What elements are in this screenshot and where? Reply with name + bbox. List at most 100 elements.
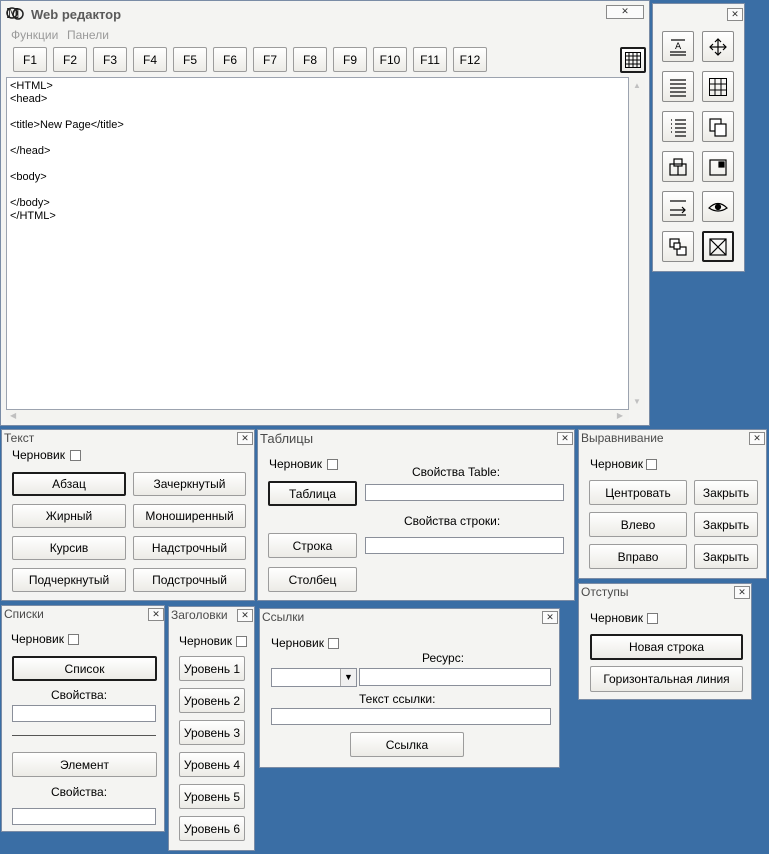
link-text-input[interactable] bbox=[271, 708, 551, 725]
text-format-tool-button[interactable]: A bbox=[662, 31, 694, 62]
main-window: 𝕄 Web редактор ✕ Функции Панели F1 F2 F3 F4… bbox=[0, 0, 650, 426]
row-properties-input[interactable] bbox=[365, 537, 564, 554]
superscript-button[interactable]: Надстрочный bbox=[133, 536, 246, 560]
table-button[interactable]: Таблица bbox=[268, 481, 357, 506]
svg-text:A: A bbox=[675, 42, 682, 52]
draft-checkbox[interactable] bbox=[236, 636, 247, 647]
heading-level-1-button[interactable]: Уровень 1 bbox=[179, 656, 245, 681]
draft-checkbox[interactable] bbox=[327, 459, 338, 470]
draft-label: Черновик bbox=[590, 611, 643, 625]
function-key-f4-button[interactable]: F4 bbox=[133, 47, 167, 72]
heading-level-4-button[interactable]: Уровень 4 bbox=[179, 752, 245, 777]
function-key-f8-button[interactable]: F8 bbox=[293, 47, 327, 72]
horizontal-scrollbar[interactable]: ◀ ▶ bbox=[6, 410, 629, 423]
link-button[interactable]: Ссылка bbox=[350, 732, 464, 757]
close-icon[interactable]: ✕ bbox=[237, 432, 253, 445]
close-icon[interactable]: ✕ bbox=[542, 611, 558, 624]
function-key-f2-button[interactable]: F2 bbox=[53, 47, 87, 72]
copy-tool-button[interactable] bbox=[702, 111, 734, 142]
function-key-f10-button[interactable]: F10 bbox=[373, 47, 407, 72]
separator bbox=[12, 735, 156, 736]
close-icon[interactable]: ✕ bbox=[734, 586, 750, 599]
horizontal-line-button[interactable]: Горизонтальная линия bbox=[590, 666, 743, 692]
table-tool-button[interactable] bbox=[702, 71, 734, 102]
scroll-left-icon[interactable]: ◀ bbox=[10, 411, 16, 420]
close-icon[interactable]: ✕ bbox=[727, 8, 743, 21]
element-properties-input[interactable] bbox=[12, 808, 156, 825]
image-box-tool-button[interactable] bbox=[702, 231, 734, 262]
shapes-tool-button[interactable] bbox=[662, 231, 694, 262]
headings-panel: Заголовки ✕ Черновик Уровень 1 Уровень 2 У… bbox=[168, 606, 255, 851]
left-button[interactable]: Влево bbox=[589, 512, 687, 537]
draft-label: Черновик bbox=[271, 636, 324, 650]
eye-tool-button[interactable] bbox=[702, 191, 734, 222]
function-key-f6-button[interactable]: F6 bbox=[213, 47, 247, 72]
right-button[interactable]: Вправо bbox=[589, 544, 687, 569]
menu-panels[interactable]: Панели bbox=[67, 28, 109, 42]
list-button[interactable]: Список bbox=[12, 656, 157, 681]
chevron-down-icon[interactable]: ▼ bbox=[340, 669, 356, 686]
function-key-f9-button[interactable]: F9 bbox=[333, 47, 367, 72]
underline-button[interactable]: Подчеркнутый bbox=[12, 568, 126, 592]
bold-button[interactable]: Жирный bbox=[12, 504, 126, 528]
paragraph-button[interactable]: Абзац bbox=[12, 472, 126, 496]
link-text-label: Текст ссылки: bbox=[359, 692, 436, 706]
list-tool-button[interactable] bbox=[662, 111, 694, 142]
close-button[interactable]: Закрыть bbox=[694, 480, 758, 505]
draft-checkbox[interactable] bbox=[68, 634, 79, 645]
draft-label: Черновик bbox=[179, 634, 232, 648]
panel-title: Выравнивание bbox=[581, 431, 664, 445]
menu-functions[interactable]: Функции bbox=[11, 28, 58, 42]
close-icon[interactable]: ✕ bbox=[606, 5, 644, 19]
tables-panel: Таблицы ✕ Черновик Свойства Table: Табли… bbox=[257, 429, 575, 601]
close-button[interactable]: Закрыть bbox=[694, 512, 758, 537]
italic-button[interactable]: Курсив bbox=[12, 536, 126, 560]
heading-level-2-button[interactable]: Уровень 2 bbox=[179, 688, 245, 713]
element-properties-label: Свойства: bbox=[51, 785, 108, 799]
heading-level-6-button[interactable]: Уровень 6 bbox=[179, 816, 245, 841]
new-line-button[interactable]: Новая строка bbox=[590, 634, 743, 660]
element-button[interactable]: Элемент bbox=[12, 752, 157, 777]
function-key-f7-button[interactable]: F7 bbox=[253, 47, 287, 72]
vertical-scrollbar[interactable]: ▲ ▼ bbox=[629, 77, 645, 410]
close-icon[interactable]: ✕ bbox=[237, 609, 253, 622]
scroll-up-icon[interactable]: ▲ bbox=[633, 81, 641, 90]
panel-title: Списки bbox=[4, 607, 44, 621]
resource-select[interactable]: ▼ bbox=[271, 668, 357, 687]
function-key-f12-button[interactable]: F12 bbox=[453, 47, 487, 72]
draft-checkbox[interactable] bbox=[647, 613, 658, 624]
close-icon[interactable]: ✕ bbox=[557, 432, 573, 445]
draft-checkbox[interactable] bbox=[646, 459, 657, 470]
column-button[interactable]: Столбец bbox=[268, 567, 357, 592]
function-key-f5-button[interactable]: F5 bbox=[173, 47, 207, 72]
table-properties-input[interactable] bbox=[365, 484, 564, 501]
move-tool-button[interactable] bbox=[702, 31, 734, 62]
paragraph-tool-button[interactable] bbox=[662, 71, 694, 102]
function-key-f11-button[interactable]: F11 bbox=[413, 47, 447, 72]
list-properties-input[interactable] bbox=[12, 705, 156, 722]
heading-level-3-button[interactable]: Уровень 3 bbox=[179, 720, 245, 745]
close-icon[interactable]: ✕ bbox=[148, 608, 164, 621]
scroll-right-icon[interactable]: ▶ bbox=[617, 411, 623, 420]
strikethrough-button[interactable]: Зачеркнутый bbox=[133, 472, 246, 496]
center-button[interactable]: Центровать bbox=[589, 480, 687, 505]
grid-panel-tool-button[interactable] bbox=[702, 151, 734, 182]
scroll-down-icon[interactable]: ▼ bbox=[633, 397, 641, 406]
close-button[interactable]: Закрыть bbox=[694, 544, 758, 569]
arrow-line-tool-button[interactable] bbox=[662, 191, 694, 222]
resource-input[interactable] bbox=[359, 668, 551, 686]
code-text[interactable]: <HTML> <head> <title>New Page</title> </… bbox=[7, 78, 628, 225]
heading-level-5-button[interactable]: Уровень 5 bbox=[179, 784, 245, 809]
code-editor[interactable]: <HTML> <head> <title>New Page</title> </… bbox=[6, 77, 629, 410]
components-tool-button[interactable] bbox=[662, 151, 694, 182]
close-icon[interactable]: ✕ bbox=[749, 432, 765, 445]
subscript-button[interactable]: Подстрочный bbox=[133, 568, 246, 592]
panel-title: Заголовки bbox=[171, 608, 228, 622]
grid-toggle-button[interactable] bbox=[620, 47, 646, 73]
function-key-f3-button[interactable]: F3 bbox=[93, 47, 127, 72]
monospace-button[interactable]: Моноширенный bbox=[133, 504, 246, 528]
function-key-f1-button[interactable]: F1 bbox=[13, 47, 47, 72]
draft-checkbox[interactable] bbox=[70, 450, 81, 461]
row-button[interactable]: Строка bbox=[268, 533, 357, 558]
draft-checkbox[interactable] bbox=[328, 638, 339, 649]
